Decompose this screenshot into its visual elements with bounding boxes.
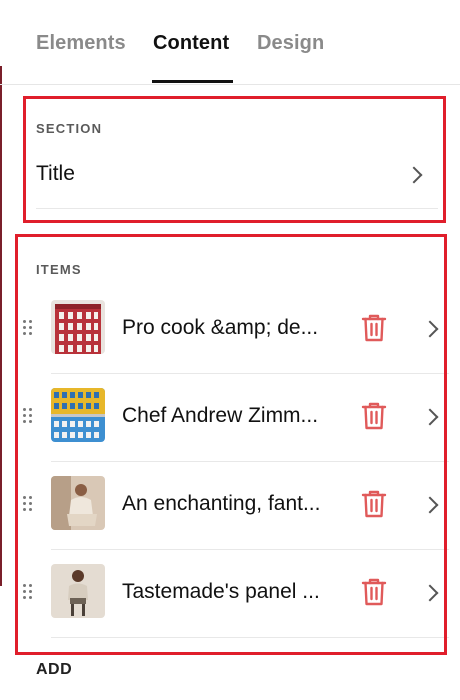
item-title: Chef Andrew Zimm... bbox=[122, 404, 319, 427]
list-item[interactable]: Pro cook &amp; de... bbox=[18, 286, 449, 374]
trash-icon[interactable] bbox=[361, 401, 387, 431]
section-heading: SECTION bbox=[36, 121, 103, 136]
trash-icon[interactable] bbox=[361, 313, 387, 343]
chevron-right-icon bbox=[421, 408, 439, 426]
item-thumbnail bbox=[51, 564, 105, 618]
item-thumbnail bbox=[51, 476, 105, 530]
tab-elements[interactable]: Elements bbox=[36, 32, 126, 55]
chevron-right-icon bbox=[421, 320, 439, 338]
section-title-label: Title bbox=[36, 162, 75, 185]
content-panel: Elements Content Design SECTION Title IT… bbox=[0, 0, 460, 700]
section-divider bbox=[36, 208, 438, 209]
section-title-row[interactable]: Title bbox=[36, 156, 426, 196]
item-title: Pro cook &amp; de... bbox=[122, 316, 319, 339]
tab-content[interactable]: Content bbox=[153, 32, 229, 55]
chevron-right-icon bbox=[421, 584, 439, 602]
active-tab-indicator bbox=[152, 80, 233, 83]
drag-handle-icon[interactable] bbox=[23, 584, 33, 600]
panel-tabs: Elements Content Design bbox=[0, 0, 460, 85]
trash-icon[interactable] bbox=[361, 577, 387, 607]
chevron-right-icon bbox=[421, 496, 439, 514]
list-item[interactable]: An enchanting, fant... bbox=[18, 462, 449, 550]
item-title: Tastemade's panel ... bbox=[122, 580, 320, 603]
drag-handle-icon[interactable] bbox=[23, 496, 33, 512]
list-item[interactable]: Chef Andrew Zimm... bbox=[18, 374, 449, 462]
drag-handle-icon[interactable] bbox=[23, 320, 33, 336]
trash-icon[interactable] bbox=[361, 489, 387, 519]
chevron-right-icon bbox=[405, 166, 423, 184]
item-thumbnail bbox=[51, 388, 105, 442]
item-divider bbox=[51, 637, 449, 638]
canvas-edge bbox=[0, 66, 2, 586]
item-title: An enchanting, fant... bbox=[122, 492, 321, 515]
drag-handle-icon[interactable] bbox=[23, 408, 33, 424]
list-item[interactable]: Tastemade's panel ... bbox=[18, 550, 449, 638]
item-thumbnail bbox=[51, 300, 105, 354]
tab-design[interactable]: Design bbox=[257, 32, 324, 55]
items-heading: ITEMS bbox=[36, 262, 82, 277]
add-item-button[interactable]: ADD bbox=[36, 661, 72, 679]
